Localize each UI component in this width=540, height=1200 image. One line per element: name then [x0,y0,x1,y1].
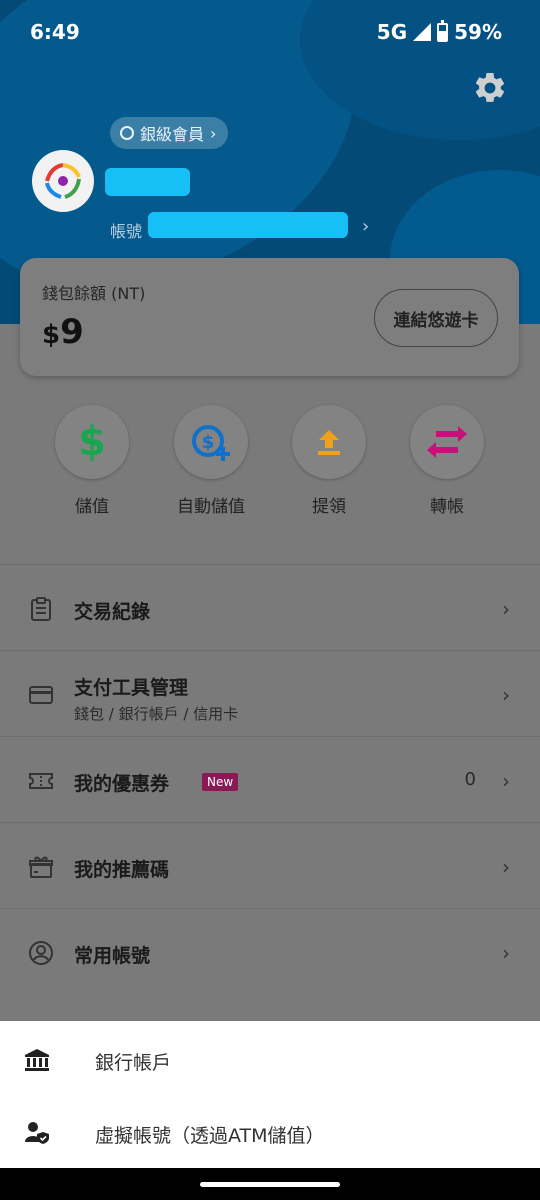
sheet-option-virtual-account[interactable]: 虛擬帳號（透過ATM儲值） [0,1096,540,1168]
svg-text:$: $ [202,432,215,453]
account-chevron-icon[interactable]: › [362,216,369,237]
chevron-right-icon: › [502,769,510,793]
menu-item-transactions[interactable]: 交易紀錄 › [0,564,540,650]
bank-icon [25,1049,49,1071]
transfer-action[interactable]: 轉帳 [392,400,502,517]
menu-title: 支付工具管理 [74,677,189,699]
chevron-right-icon: › [210,123,217,143]
medal-icon [120,126,134,140]
chevron-right-icon: › [502,683,510,707]
avatar-logo-icon [45,163,81,199]
sheet-option-bank-account[interactable]: 銀行帳戶 [0,1023,540,1095]
withdraw-icon [292,405,366,479]
network-type: 5G [376,20,408,44]
status-bar: 6:49 5G 59% [0,0,540,64]
redacted-account-number [148,212,348,238]
sheet-option-label: 虛擬帳號（透過ATM儲值） [95,1125,325,1147]
member-level-badge[interactable]: 銀級會員 › [110,117,229,149]
clipboard-icon [31,597,51,621]
currency-symbol: $ [42,320,61,350]
wallet-balance: $9 [42,312,84,352]
gift-icon [29,856,53,878]
coupon-count: 0 [464,769,476,790]
ticket-icon [29,773,53,789]
redacted-user-name [105,168,190,196]
menu-title: 交易紀錄 [74,601,151,623]
transfer-label: 轉帳 [430,497,464,517]
menu-item-coupons[interactable]: 我的優惠券 New 0 › [0,736,540,822]
topup-method-sheet: 銀行帳戶 虛擬帳號（透過ATM儲值） [0,1021,540,1168]
transfer-icon [410,405,484,479]
menu-subtitle: 錢包 / 銀行帳戶 / 信用卡 [74,705,239,723]
avatar[interactable] [32,150,94,212]
settings-gear-icon[interactable] [472,70,508,106]
topup-label: 儲值 [75,497,109,517]
chevron-right-icon: › [502,941,510,965]
battery-icon [437,19,449,42]
withdraw-action[interactable]: 提領 [274,400,384,517]
quick-actions: $ 儲值 $ 自動儲值 提領 轉帳 [0,400,540,530]
signal-icon [413,23,432,41]
menu-title: 我的優惠券 [74,773,170,795]
user-circle-icon [29,941,53,965]
new-badge: New [202,773,239,791]
auto-topup-label: 自動儲值 [177,497,245,517]
chevron-right-icon: › [502,597,510,621]
sheet-option-label: 銀行帳戶 [95,1052,172,1074]
dollar-icon: $ [55,405,129,479]
auto-topup-action[interactable]: $ 自動儲值 [156,400,266,517]
status-indicators: 5G 59% [376,19,502,44]
wallet-card: 錢包餘額 (NT) $9 連結悠遊卡 [20,258,519,376]
user-shield-icon [25,1122,49,1144]
menu-title: 我的推薦碼 [74,859,170,881]
account-label: 帳號 [110,222,143,241]
menu-item-referral-code[interactable]: 我的推薦碼 › [0,822,540,908]
credit-card-icon [29,686,53,704]
menu-item-frequent-accounts[interactable]: 常用帳號 › [0,908,540,994]
battery-percent: 59% [454,20,502,44]
topup-action[interactable]: $ 儲值 [37,400,147,517]
status-time: 6:49 [30,20,80,44]
system-navigation-bar [0,1168,540,1200]
member-level-label: 銀級會員 [140,125,205,144]
auto-topup-icon: $ [174,405,248,479]
link-easycard-button[interactable]: 連結悠遊卡 [374,289,498,347]
menu-title: 常用帳號 [74,945,151,967]
menu-item-payment-tools[interactable]: 支付工具管理 錢包 / 銀行帳戶 / 信用卡 › [0,650,540,736]
chevron-right-icon: › [502,855,510,879]
menu-list: 交易紀錄 › 支付工具管理 錢包 / 銀行帳戶 / 信用卡 › 我的優惠券 Ne… [0,564,540,994]
wallet-balance-label: 錢包餘額 (NT) [42,284,146,303]
withdraw-label: 提領 [312,497,346,517]
home-gesture-handle[interactable] [200,1182,340,1187]
wallet-balance-value: 9 [60,312,84,352]
